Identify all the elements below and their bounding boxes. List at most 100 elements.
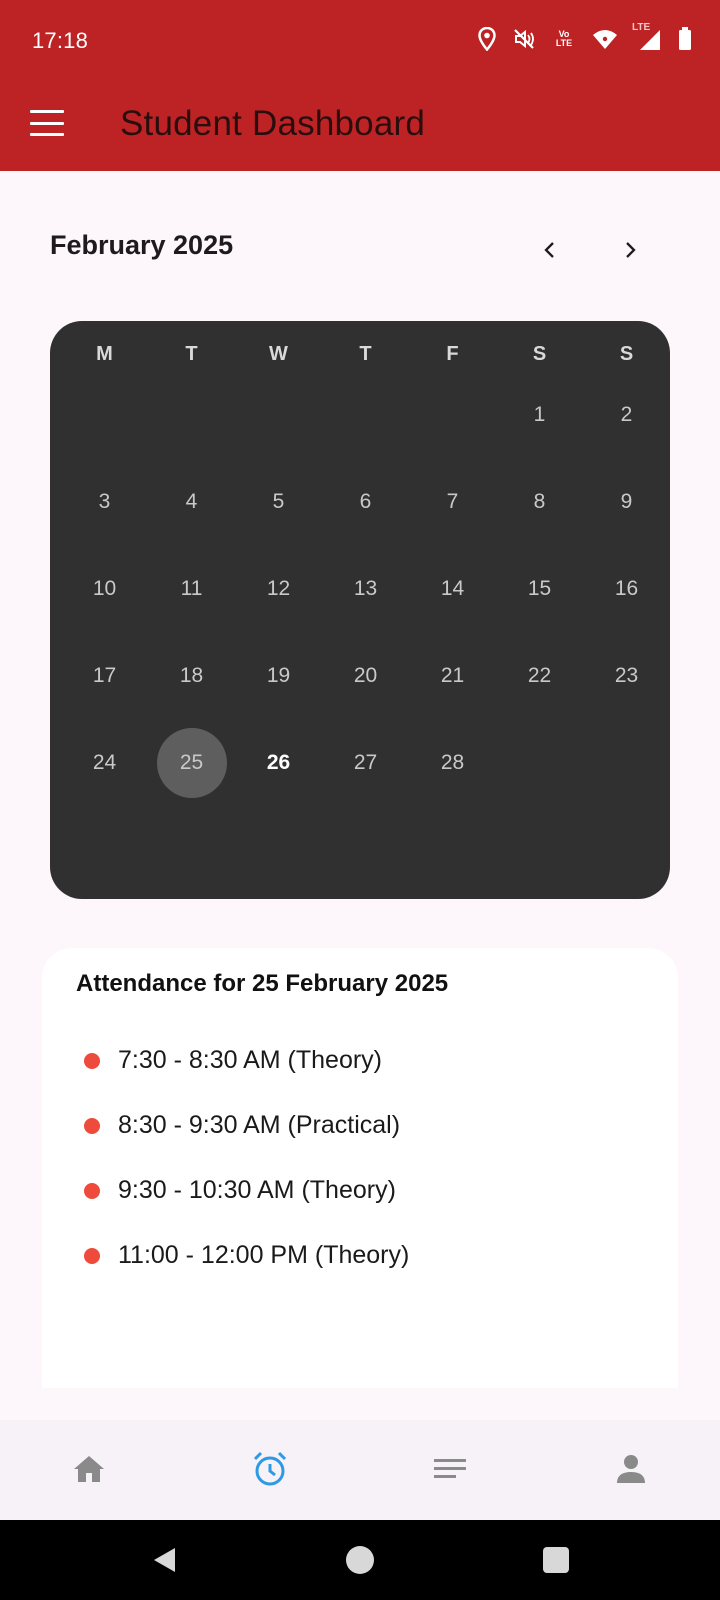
- calendar-day-number: 5: [272, 489, 285, 513]
- month-label: February 2025: [50, 230, 234, 260]
- calendar-day[interactable]: 2: [583, 371, 670, 458]
- days-grid: 1 2 3 4 5 6 7 8 9 10 11 12 13 14 15 16 17 18 19 20 21 22 23 24 2…: [61, 371, 671, 806]
- calendar-day-number: 2: [620, 402, 633, 426]
- calendar-day[interactable]: 8: [496, 458, 583, 545]
- system-home-button[interactable]: [340, 1540, 380, 1580]
- chevron-right-icon: [626, 242, 636, 258]
- nav-home-button[interactable]: [64, 1444, 114, 1494]
- battery-icon: [678, 27, 692, 51]
- calendar-day[interactable]: 25: [148, 719, 235, 806]
- calendar-day[interactable]: 21: [409, 632, 496, 719]
- app-bar: 17:18 Vo LTE LTE Student Dashboard: [0, 0, 720, 171]
- calendar-day-number: 8: [533, 489, 546, 513]
- calendar-day-number: 18: [179, 663, 204, 687]
- calendar-day[interactable]: 9: [583, 458, 670, 545]
- calendar-day-number: 10: [92, 576, 117, 600]
- session-time-label: 7:30 - 8:30 AM (Theory): [118, 1046, 383, 1074]
- location-icon: [478, 27, 496, 51]
- calendar-grid: MTWTFSS 1 2 3 4 5 6 7 8 9 10 11 12 13 14 15 16 17 18 19 20 2…: [50, 321, 670, 899]
- calendar-day-number: 7: [446, 489, 459, 513]
- attendance-card: Attendance for 25 February 2025 7:30 - 8…: [42, 948, 678, 1388]
- calendar-day[interactable]: 18: [148, 632, 235, 719]
- session-time-label: 8:30 - 9:30 AM (Practical): [118, 1111, 401, 1139]
- weekday-label: W: [269, 343, 288, 365]
- system-navigation-bar: [0, 1520, 720, 1600]
- calendar-day-number: 9: [620, 489, 633, 513]
- calendar-day-number: 3: [98, 489, 111, 513]
- nav-notes-button[interactable]: [425, 1444, 475, 1494]
- calendar-day[interactable]: 13: [322, 545, 409, 632]
- calendar-day[interactable]: 14: [409, 545, 496, 632]
- wifi-icon: [592, 28, 618, 50]
- calendar-day-number: 26: [266, 750, 291, 774]
- weekday-label: M: [96, 343, 113, 365]
- calendar-day[interactable]: 4: [148, 458, 235, 545]
- calendar-empty-cell: [235, 371, 322, 458]
- calendar-day[interactable]: 10: [61, 545, 148, 632]
- hamburger-menu-icon[interactable]: [30, 110, 64, 136]
- session-item: 9:30 - 10:30 AM (Theory): [84, 1158, 409, 1223]
- session-time-label: 11:00 - 12:00 PM (Theory): [118, 1241, 410, 1269]
- next-month-button[interactable]: [610, 230, 650, 270]
- session-dot-icon: [84, 1247, 100, 1264]
- recents-icon: [543, 1547, 569, 1573]
- status-icons: Vo LTE LTE: [478, 22, 692, 52]
- calendar-day-number: 21: [440, 663, 465, 687]
- calendar-empty-cell: [322, 371, 409, 458]
- weekday-label: T: [359, 343, 372, 365]
- calendar-day[interactable]: 5: [235, 458, 322, 545]
- person-icon: [617, 1455, 645, 1483]
- calendar-day-number: 11: [180, 576, 203, 600]
- calendar-day[interactable]: 17: [61, 632, 148, 719]
- calendar-day[interactable]: 12: [235, 545, 322, 632]
- nav-profile-button[interactable]: [606, 1444, 656, 1494]
- calendar-day[interactable]: 15: [496, 545, 583, 632]
- calendar-day[interactable]: 19: [235, 632, 322, 719]
- calendar-day[interactable]: 24: [61, 719, 148, 806]
- calendar-day[interactable]: 20: [322, 632, 409, 719]
- weekday-label: S: [619, 343, 634, 365]
- mute-vibrate-icon: [512, 27, 536, 51]
- calendar-day[interactable]: 22: [496, 632, 583, 719]
- system-recents-button[interactable]: [536, 1540, 576, 1580]
- session-list: 7:30 - 8:30 AM (Theory) 8:30 - 9:30 AM (P…: [84, 1028, 409, 1288]
- calendar-day-number: 25: [179, 750, 204, 774]
- calendar-day-number: 14: [440, 576, 465, 600]
- session-dot-icon: [84, 1052, 100, 1069]
- calendar-day[interactable]: 16: [583, 545, 670, 632]
- calendar-day[interactable]: 26: [235, 719, 322, 806]
- calendar-day-number: 4: [185, 489, 198, 513]
- page-title: Student Dashboard: [120, 104, 426, 143]
- attendance-title: Attendance for 25 February 2025: [76, 970, 449, 997]
- calendar-empty-cell: [61, 371, 148, 458]
- calendar-day[interactable]: 28: [409, 719, 496, 806]
- calendar-day[interactable]: 3: [61, 458, 148, 545]
- calendar-day[interactable]: 27: [322, 719, 409, 806]
- calendar-day[interactable]: 23: [583, 632, 670, 719]
- calendar-day-number: 20: [353, 663, 378, 687]
- session-dot-icon: [84, 1182, 100, 1199]
- home-icon: [74, 1456, 104, 1482]
- calendar-day-number: 24: [92, 750, 117, 774]
- calendar-day-number: 13: [353, 576, 378, 600]
- session-item: 8:30 - 9:30 AM (Practical): [84, 1093, 409, 1158]
- prev-month-button[interactable]: [530, 230, 570, 270]
- back-icon: [154, 1548, 175, 1572]
- bottom-navigation: [0, 1420, 720, 1520]
- calendar-empty-cell: [148, 371, 235, 458]
- session-item: 11:00 - 12:00 PM (Theory): [84, 1223, 409, 1288]
- calendar-day-number: 12: [266, 576, 291, 600]
- calendar-day-number: 27: [353, 750, 378, 774]
- calendar-day[interactable]: 1: [496, 371, 583, 458]
- system-back-button[interactable]: [145, 1540, 185, 1580]
- calendar-day[interactable]: 11: [148, 545, 235, 632]
- alarm-clock-icon: [253, 1451, 287, 1486]
- calendar-day[interactable]: 6: [322, 458, 409, 545]
- calendar-day[interactable]: 7: [409, 458, 496, 545]
- calendar-day-number: 22: [527, 663, 552, 687]
- home-circle-icon: [346, 1546, 374, 1574]
- calendar-day-number: 16: [614, 576, 639, 600]
- nav-attendance-button[interactable]: [245, 1444, 295, 1494]
- weekday-label: F: [446, 343, 459, 365]
- list-lines-icon: [434, 1459, 466, 1478]
